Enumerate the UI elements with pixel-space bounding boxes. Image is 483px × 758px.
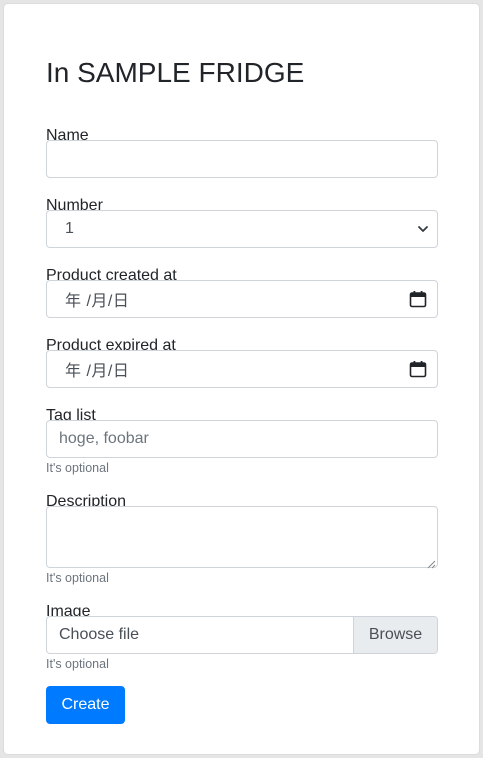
tag-list-input[interactable]: hoge, foobar (46, 420, 438, 458)
description-help: It's optional (46, 571, 109, 585)
image-file-input[interactable]: Choose file Browse (46, 616, 438, 654)
browse-button[interactable]: Browse (353, 617, 437, 653)
created-at-date-input[interactable]: 年 /月/日 (46, 280, 438, 318)
chevron-down-icon (417, 223, 429, 235)
expired-at-date-value: 年 /月/日 (65, 363, 130, 380)
name-input[interactable] (46, 140, 438, 178)
resize-grip-icon[interactable] (426, 556, 436, 569)
calendar-icon[interactable] (409, 360, 427, 378)
tag-list-placeholder: hoge, foobar (59, 430, 149, 447)
file-input-label[interactable]: Choose file (47, 617, 353, 653)
number-select-value: 1 (65, 220, 74, 237)
create-button[interactable]: Create (46, 686, 125, 724)
image-help: It's optional (46, 657, 109, 671)
form-card: In SAMPLE FRIDGE Name Number 1 Product c… (4, 4, 479, 754)
expired-at-date-input[interactable]: 年 /月/日 (46, 350, 438, 388)
number-select[interactable]: 1 (46, 210, 438, 248)
page-title: In SAMPLE FRIDGE (46, 57, 305, 88)
description-textarea[interactable] (46, 506, 438, 569)
calendar-icon[interactable] (409, 290, 427, 308)
tag-list-help: It's optional (46, 461, 109, 475)
created-at-date-value: 年 /月/日 (65, 293, 130, 310)
